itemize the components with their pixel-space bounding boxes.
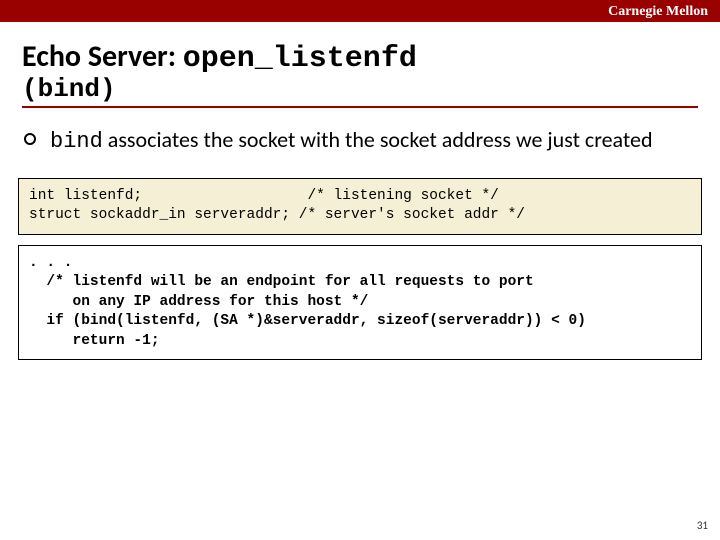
title-rule xyxy=(22,106,698,108)
bullet-code: bind xyxy=(50,129,103,154)
bullet-rest: associates the socket with the socket ad… xyxy=(103,126,653,153)
code-block-declarations: int listenfd; /* listening socket */ str… xyxy=(18,178,702,235)
slide-title: Echo Server: open_listenfd xyxy=(22,38,698,76)
title-prefix: Echo Server: xyxy=(22,38,183,75)
page-number: 31 xyxy=(697,519,708,532)
code-block-body: . . . /* listenfd will be an endpoint fo… xyxy=(18,245,702,361)
slide-subtitle: (bind) xyxy=(22,74,698,104)
org-name: Carnegie Mellon xyxy=(608,4,708,19)
bullet-marker-icon xyxy=(24,133,36,145)
slide-content: Echo Server: open_listenfd (bind) bind a… xyxy=(0,22,720,360)
bullet-item: bind associates the socket with the sock… xyxy=(22,126,698,156)
title-mono: open_listenfd xyxy=(183,42,417,76)
header-bar: Carnegie Mellon xyxy=(0,0,720,22)
bullet-text: bind associates the socket with the sock… xyxy=(50,126,653,156)
